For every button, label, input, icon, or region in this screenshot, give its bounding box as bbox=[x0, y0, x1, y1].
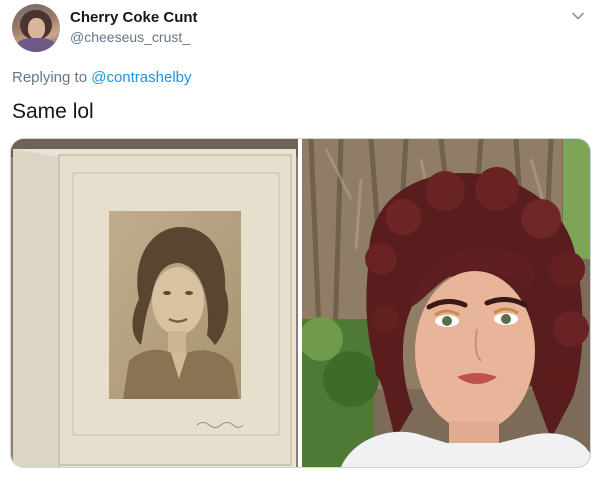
selfie-photo[interactable] bbox=[299, 139, 590, 467]
replying-to-mention[interactable]: @contrashelby bbox=[91, 69, 191, 86]
display-name[interactable]: Cherry Coke Cunt bbox=[70, 9, 198, 26]
replying-to: Replying to @contrashelby bbox=[12, 69, 192, 86]
user-handle[interactable]: @cheeseus_crust_ bbox=[70, 29, 190, 45]
avatar-face bbox=[28, 18, 45, 39]
chevron-down-icon[interactable] bbox=[570, 8, 586, 24]
media-divider bbox=[298, 139, 302, 467]
tweet-card: Cherry Coke Cunt @cheeseus_crust_ Replyi… bbox=[0, 0, 600, 478]
tweet-text: Same lol bbox=[12, 100, 94, 123]
avatar-body bbox=[16, 38, 56, 52]
replying-prefix: Replying to bbox=[12, 69, 92, 86]
vintage-portrait-photo[interactable] bbox=[11, 139, 298, 467]
avatar[interactable] bbox=[12, 4, 60, 52]
media-grid bbox=[10, 138, 591, 468]
